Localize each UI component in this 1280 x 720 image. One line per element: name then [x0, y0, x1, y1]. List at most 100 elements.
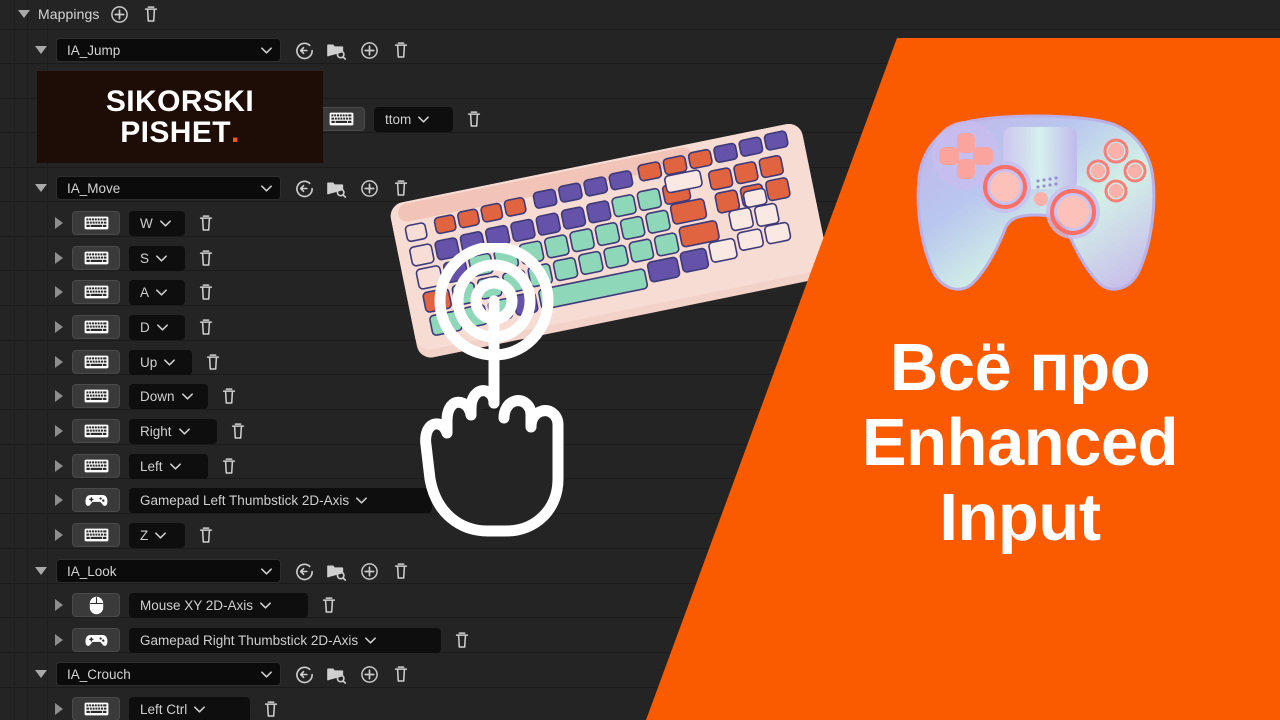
- key-value-dropdown[interactable]: W: [129, 210, 185, 236]
- input-action-name: IA_Move: [67, 180, 121, 196]
- plus-circle-icon[interactable]: [360, 562, 379, 581]
- logo-line-2: PISHET.: [120, 117, 240, 148]
- keyboard-icon[interactable]: [72, 384, 120, 408]
- expand-key-icon[interactable]: [55, 356, 63, 368]
- delete-key-button[interactable]: [197, 525, 215, 545]
- gamepad-icon[interactable]: [72, 628, 120, 652]
- keyboard-icon[interactable]: [72, 454, 120, 478]
- delete-key-button[interactable]: [204, 352, 222, 372]
- logo-line-1: SIKORSKI: [105, 84, 255, 118]
- delete-key-button[interactable]: [197, 248, 215, 268]
- folder-search-icon[interactable]: [326, 665, 347, 684]
- key-value-dropdown[interactable]: S: [129, 245, 185, 271]
- keyboard-icon[interactable]: [72, 315, 120, 339]
- keyboard-icon[interactable]: [72, 350, 120, 374]
- key-value-dropdown[interactable]: Z: [129, 522, 185, 548]
- logo-accent-dot: .: [231, 116, 240, 149]
- delete-key-button[interactable]: [220, 456, 238, 476]
- plus-circle-icon[interactable]: [360, 41, 379, 60]
- expand-action-icon[interactable]: [35, 184, 47, 192]
- gamepad-illustration: [895, 95, 1177, 310]
- key-value-dropdown[interactable]: Left Ctrl: [129, 696, 250, 720]
- key-value-dropdown[interactable]: Up: [129, 349, 192, 375]
- trash-icon[interactable]: [392, 561, 410, 581]
- key-value-dropdown[interactable]: Mouse XY 2D-Axis: [129, 592, 308, 618]
- expand-action-icon[interactable]: [35, 46, 47, 54]
- browse-to-asset-icon[interactable]: [295, 562, 314, 581]
- plus-circle-icon[interactable]: [360, 179, 379, 198]
- delete-key-button[interactable]: [197, 317, 215, 337]
- delete-key-button[interactable]: [220, 386, 238, 406]
- gamepad-icon[interactable]: [72, 488, 120, 512]
- expand-key-icon[interactable]: [55, 425, 63, 437]
- tap-hand-cursor-icon: [408, 241, 583, 538]
- expand-key-icon[interactable]: [55, 494, 63, 506]
- key-value-label: S: [140, 250, 150, 266]
- expand-action-icon[interactable]: [35, 567, 47, 575]
- key-value-dropdown[interactable]: A: [129, 279, 185, 305]
- key-value-label: Left: [140, 458, 163, 474]
- key-value-label: Up: [140, 354, 158, 370]
- keyboard-icon[interactable]: [72, 280, 120, 304]
- expand-key-icon[interactable]: [55, 460, 63, 472]
- input-action-combobox[interactable]: IA_Move: [56, 176, 281, 200]
- triangle-down-icon[interactable]: [18, 10, 30, 18]
- delete-key-button[interactable]: [229, 421, 247, 441]
- trash-icon[interactable]: [392, 664, 410, 684]
- key-value-dropdown[interactable]: Down: [129, 383, 209, 409]
- browse-to-asset-icon[interactable]: [295, 179, 314, 198]
- folder-search-icon[interactable]: [326, 562, 347, 581]
- input-action-combobox[interactable]: IA_Look: [56, 559, 281, 583]
- expand-key-icon[interactable]: [55, 217, 63, 229]
- expand-key-icon[interactable]: [55, 529, 63, 541]
- keyboard-icon[interactable]: [72, 211, 120, 235]
- title-line-3: Input: [939, 480, 1101, 556]
- input-action-name: IA_Crouch: [67, 666, 131, 682]
- expand-key-icon[interactable]: [55, 321, 63, 333]
- mappings-header-label: Mappings: [38, 6, 100, 22]
- mouse-icon[interactable]: [72, 593, 120, 617]
- add-mapping-button[interactable]: [110, 5, 129, 24]
- input-action-combobox[interactable]: IA_Jump: [56, 38, 281, 62]
- key-value-label: Gamepad Right Thumbstick 2D-Axis: [140, 632, 359, 648]
- screenshot-stage: Mappings IA_Jump ttom IA_Move W S A D Up Down Rig…: [0, 0, 1280, 720]
- trash-icon[interactable]: [392, 40, 410, 60]
- expand-key-icon[interactable]: [55, 286, 63, 298]
- browse-to-asset-icon[interactable]: [295, 41, 314, 60]
- expand-key-icon[interactable]: [55, 599, 63, 611]
- expand-key-icon[interactable]: [55, 252, 63, 264]
- keyboard-icon[interactable]: [72, 697, 120, 720]
- expand-key-icon[interactable]: [55, 390, 63, 402]
- expand-key-icon[interactable]: [55, 634, 63, 646]
- logo-line-2-text: PISHET: [120, 116, 231, 149]
- folder-search-icon[interactable]: [326, 41, 347, 60]
- key-value-label: Z: [140, 527, 149, 543]
- keyboard-icon[interactable]: [317, 107, 365, 131]
- plus-circle-icon[interactable]: [360, 665, 379, 684]
- key-value-dropdown[interactable]: Gamepad Right Thumbstick 2D-Axis: [129, 627, 441, 653]
- folder-search-icon[interactable]: [326, 179, 347, 198]
- delete-key-button[interactable]: [262, 699, 280, 719]
- keyboard-icon[interactable]: [72, 419, 120, 443]
- key-value-label: Left Ctrl: [140, 701, 188, 717]
- key-value-label: W: [140, 215, 153, 231]
- key-value-dropdown[interactable]: Left: [129, 453, 209, 479]
- expand-action-icon[interactable]: [35, 670, 47, 678]
- clear-mappings-button[interactable]: [142, 4, 160, 24]
- mappings-header-row: Mappings: [0, 0, 1280, 28]
- delete-key-button[interactable]: [197, 282, 215, 302]
- expand-key-icon[interactable]: [55, 703, 63, 715]
- input-action-combobox[interactable]: IA_Crouch: [56, 662, 281, 686]
- delete-key-button[interactable]: [453, 630, 471, 650]
- keyboard-icon[interactable]: [72, 246, 120, 270]
- delete-key-button[interactable]: [320, 595, 338, 615]
- input-action-name: IA_Jump: [67, 42, 121, 58]
- browse-to-asset-icon[interactable]: [295, 665, 314, 684]
- key-value-dropdown[interactable]: D: [129, 314, 185, 340]
- key-value-dropdown[interactable]: Right: [129, 418, 217, 444]
- title-line-1: Всё про: [889, 330, 1151, 405]
- delete-key-button[interactable]: [197, 213, 215, 233]
- key-value-dropdown[interactable]: Gamepad Left Thumbstick 2D-Axis: [129, 487, 433, 513]
- keyboard-icon[interactable]: [72, 523, 120, 547]
- title-line-2: Enhanced: [861, 405, 1179, 481]
